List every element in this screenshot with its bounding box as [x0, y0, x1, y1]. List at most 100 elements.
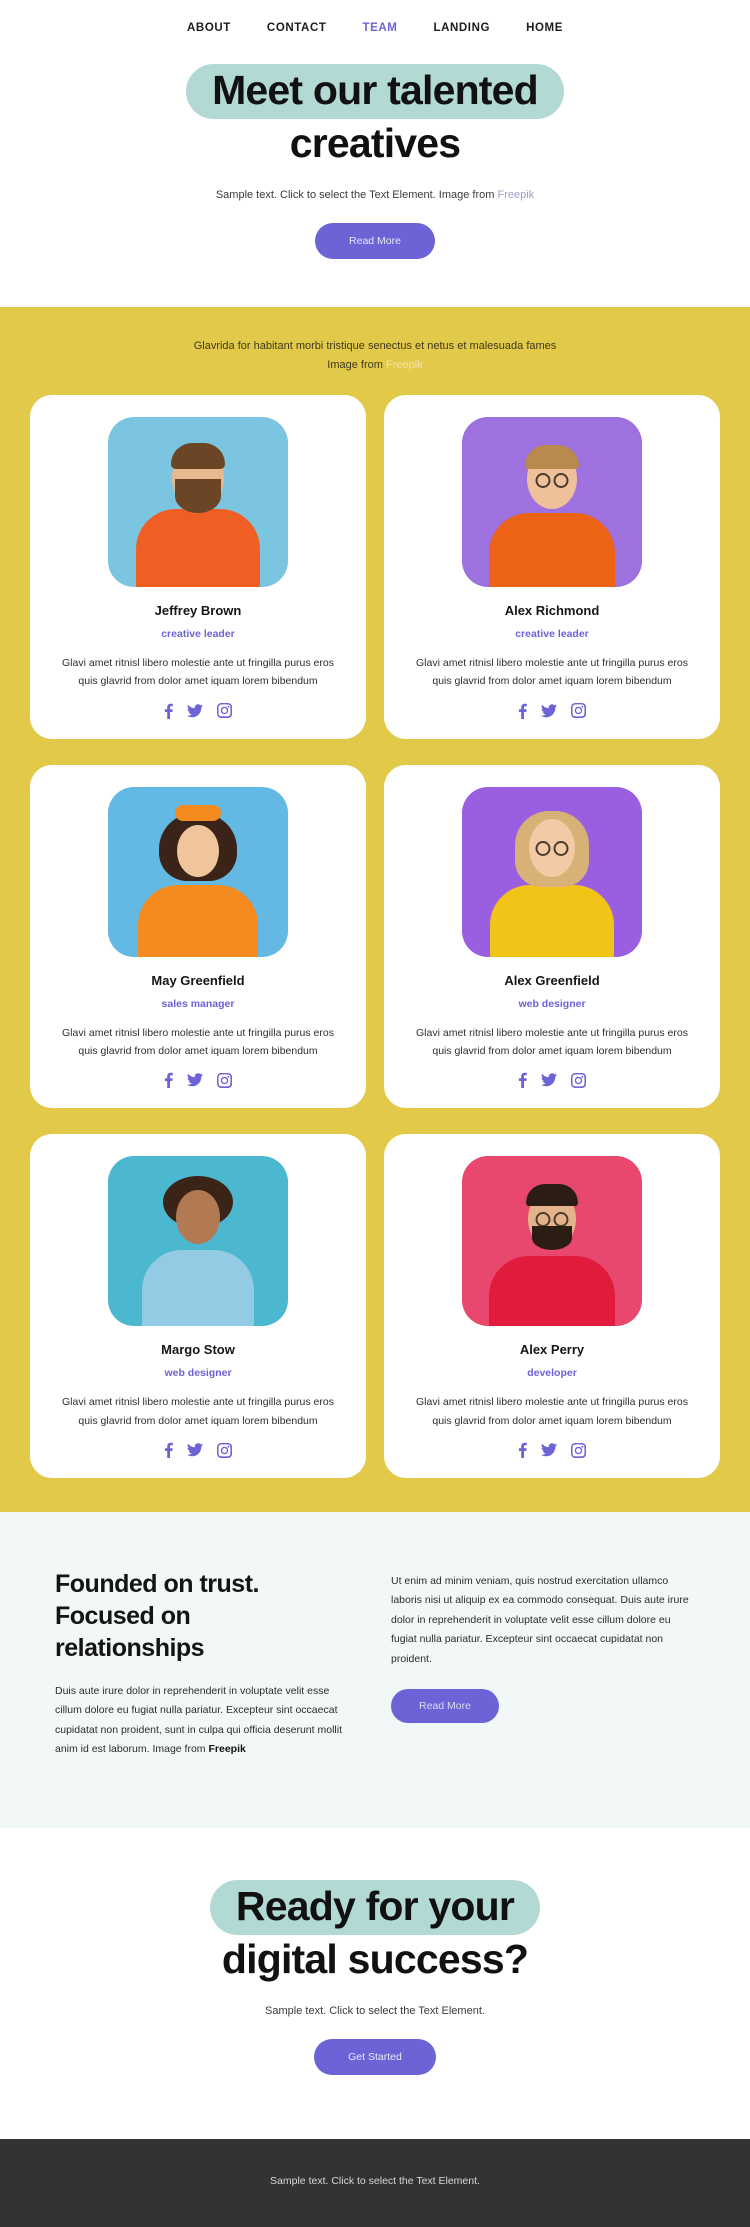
- cta-title: Ready for your digital success?: [155, 1879, 595, 1983]
- get-started-button[interactable]: Get Started: [314, 2039, 436, 2076]
- founded-title-line1: Founded on trust.: [55, 1570, 259, 1598]
- member-bio: Glavi amet ritnisl libero molestie ante …: [416, 1026, 688, 1057]
- team-intro: Glavrida for habitant morbi tristique se…: [0, 337, 750, 374]
- twitter-icon[interactable]: [187, 703, 203, 718]
- photo-body: [138, 884, 258, 957]
- instagram-icon[interactable]: [571, 1072, 586, 1088]
- team-card[interactable]: Jeffrey Brown creative leader Glavi amet…: [30, 394, 366, 739]
- hero-read-more-button[interactable]: Read More: [315, 223, 435, 260]
- photo-face: [177, 824, 219, 877]
- team-freepik-link[interactable]: Freepik: [386, 359, 423, 371]
- photo-body: [142, 1250, 254, 1327]
- photo-head: [176, 1190, 220, 1245]
- page-footer: Sample text. Click to select the Text El…: [0, 2139, 750, 2227]
- photo-hair: [525, 444, 579, 469]
- member-bio: Glavi amet ritnisl libero molestie ante …: [62, 1396, 334, 1427]
- cta-title-highlight: Ready for your: [209, 1879, 541, 1935]
- member-name: Margo Stow: [161, 1342, 235, 1358]
- hero-title-highlight: Meet our talented: [186, 64, 564, 119]
- member-socials: [54, 703, 342, 719]
- team-card[interactable]: Alex Greenfield web designer Glavi amet …: [384, 764, 720, 1109]
- member-socials: [54, 1442, 342, 1458]
- nav-item-home[interactable]: HOME: [526, 22, 563, 34]
- facebook-icon[interactable]: [518, 1442, 527, 1458]
- member-socials: [408, 703, 696, 719]
- photo-beard: [532, 1226, 572, 1251]
- member-role: creative leader: [161, 627, 235, 640]
- facebook-icon[interactable]: [518, 1072, 527, 1089]
- freepik-link[interactable]: Freepik: [497, 189, 534, 201]
- team-intro-line1: Glavrida for habitant morbi tristique se…: [193, 340, 557, 353]
- member-photo: [108, 786, 288, 957]
- lens-left: [535, 1212, 551, 1228]
- member-photo: [108, 1156, 288, 1327]
- team-card[interactable]: Alex Richmond creative leader Glavi amet…: [384, 394, 720, 739]
- facebook-icon[interactable]: [164, 703, 173, 719]
- member-role: web designer: [164, 1367, 232, 1380]
- founded-freepik-bold: Freepik: [208, 1743, 246, 1756]
- lens-right: [553, 472, 569, 488]
- twitter-icon[interactable]: [187, 1443, 203, 1457]
- nav-item-team[interactable]: TEAM: [362, 22, 397, 34]
- member-bio: Glavi amet ritnisl libero molestie ante …: [416, 656, 688, 688]
- nav-item-about[interactable]: ABOUT: [187, 22, 231, 34]
- team-section: Glavrida for habitant morbi tristique se…: [0, 307, 750, 1512]
- member-bio: Glavi amet ritnisl libero molestie ante …: [416, 1396, 688, 1427]
- instagram-icon[interactable]: [571, 1442, 586, 1458]
- founded-right-text: Ut enim ad minim veniam, quis nostrud ex…: [391, 1575, 689, 1665]
- member-photo: [108, 416, 288, 587]
- instagram-icon[interactable]: [217, 1072, 232, 1088]
- member-role: web designer: [518, 997, 586, 1010]
- instagram-icon[interactable]: [217, 703, 232, 718]
- founded-read-more-button[interactable]: Read More: [391, 1689, 499, 1724]
- cta-title-line2: digital success?: [221, 1935, 529, 1982]
- member-photo: [462, 1156, 642, 1327]
- twitter-icon[interactable]: [541, 1073, 557, 1087]
- photo-body: [136, 508, 260, 587]
- member-socials: [408, 1072, 696, 1089]
- nav-item-landing[interactable]: LANDING: [433, 22, 490, 34]
- photo-body: [490, 884, 614, 957]
- lens-right: [553, 1212, 569, 1228]
- lens-left: [535, 472, 551, 488]
- team-grid: Jeffrey Brown creative leader Glavi amet…: [30, 394, 720, 1478]
- instagram-icon[interactable]: [571, 703, 586, 718]
- cta-section: Ready for your digital success? Sample t…: [0, 1827, 750, 2140]
- member-name: Alex Perry: [519, 1342, 585, 1358]
- facebook-icon[interactable]: [518, 703, 527, 719]
- member-name: Alex Richmond: [504, 602, 600, 618]
- team-card[interactable]: Margo Stow web designer Glavi amet ritni…: [30, 1134, 366, 1478]
- twitter-icon[interactable]: [541, 1443, 557, 1457]
- photo-bow: [175, 804, 221, 821]
- hero-subtitle-text: Sample text. Click to select the Text El…: [215, 189, 495, 202]
- twitter-icon[interactable]: [541, 703, 557, 718]
- nav-item-contact[interactable]: CONTACT: [267, 22, 327, 34]
- photo-hair: [526, 1184, 578, 1207]
- cta-subtitle: Sample text. Click to select the Text El…: [265, 2005, 485, 2018]
- member-socials: [408, 1442, 696, 1458]
- twitter-icon[interactable]: [187, 1073, 203, 1087]
- photo-hair: [171, 442, 225, 469]
- facebook-icon[interactable]: [164, 1442, 173, 1458]
- member-name: Alex Greenfield: [504, 972, 600, 988]
- facebook-icon[interactable]: [164, 1072, 173, 1089]
- photo-body: [489, 1256, 615, 1327]
- photo-glasses: [535, 472, 569, 488]
- team-card[interactable]: Alex Perry developer Glavi amet ritnisl …: [384, 1134, 720, 1478]
- member-bio: Glavi amet ritnisl libero molestie ante …: [62, 1026, 334, 1057]
- member-photo: [462, 786, 642, 957]
- founded-title: Founded on trust. Focused on relationshi…: [55, 1568, 355, 1664]
- photo-beard: [175, 478, 221, 513]
- hero-section: Meet our talented creatives Sample text.…: [0, 46, 750, 308]
- instagram-icon[interactable]: [217, 1442, 232, 1458]
- hero-subtitle: Sample text. Click to select the Text El…: [0, 189, 750, 201]
- member-role: creative leader: [515, 627, 589, 640]
- member-bio: Glavi amet ritnisl libero molestie ante …: [62, 656, 334, 688]
- team-card[interactable]: May Greenfield sales manager Glavi amet …: [30, 764, 366, 1109]
- founded-title-line3: relationships: [55, 1634, 205, 1662]
- lens-left: [535, 840, 551, 856]
- photo-glasses: [535, 840, 569, 856]
- photo-glasses: [535, 1212, 569, 1228]
- member-socials: [54, 1072, 342, 1089]
- main-navigation: ABOUT CONTACT TEAM LANDING HOME: [0, 0, 750, 46]
